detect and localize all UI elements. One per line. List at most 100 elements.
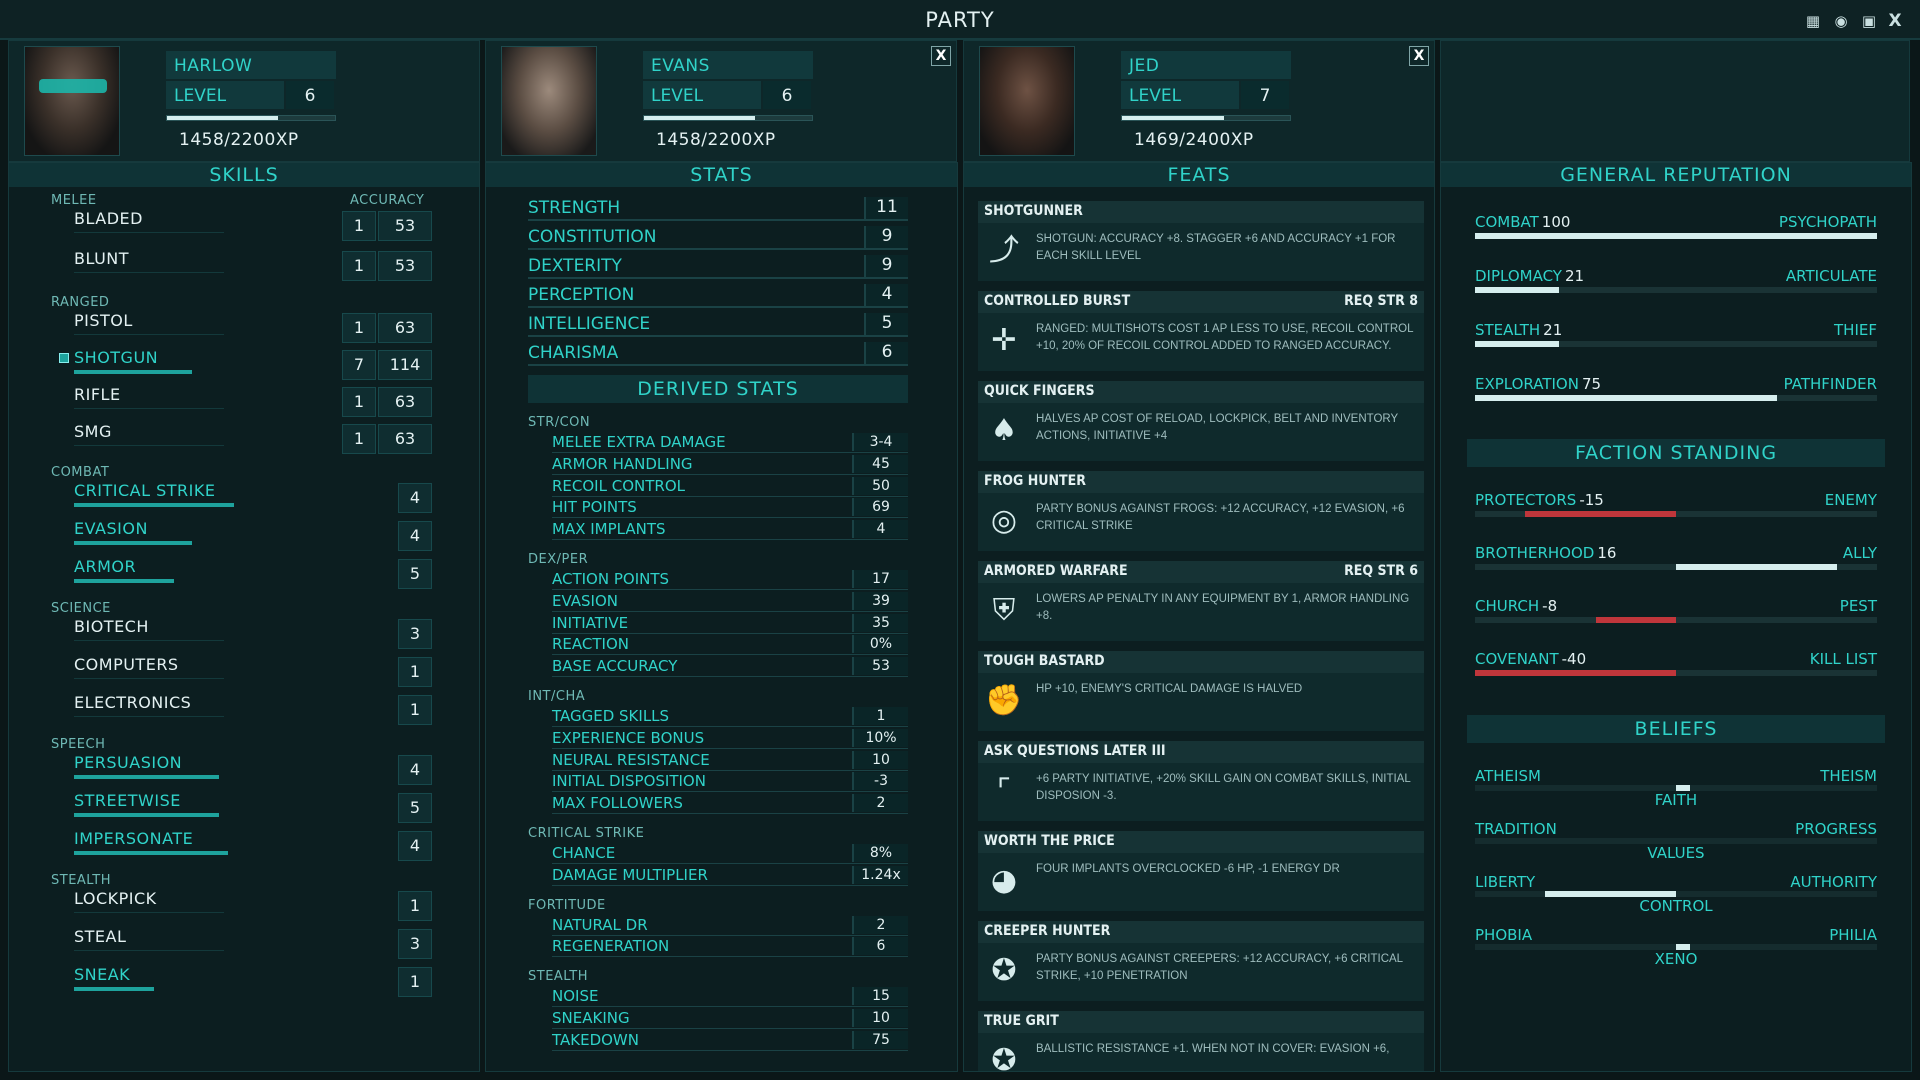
- derived-stat-label: BASE ACCURACY: [552, 657, 678, 676]
- reputation-value: 75: [1581, 375, 1602, 393]
- skill-value: 1: [342, 211, 376, 241]
- derived-stat-row: SNEAKING 10: [552, 1009, 908, 1029]
- party-member-card[interactable]: JED LEVEL 7 1469/2400XP X: [963, 40, 1435, 162]
- skill-row[interactable]: PERSUASION 4: [9, 751, 479, 789]
- reputation-value: 21: [1543, 321, 1563, 339]
- party-member-card[interactable]: EVANS LEVEL 6 1458/2200XP X: [485, 40, 957, 162]
- creeper-target-icon: ✪: [991, 953, 1017, 988]
- feat-card[interactable]: ARMORED WARFARE REQ STR 6 ⛨ LOWERS AP PENAL…: [978, 561, 1424, 641]
- feat-card[interactable]: FROG HUNTER ◎ PARTY BONUS AGAINST FROGS: +…: [978, 471, 1424, 551]
- reputation-bar-fill: [1475, 233, 1877, 239]
- skill-row[interactable]: EVASION 4: [9, 517, 479, 555]
- skill-value: 4: [398, 483, 432, 513]
- skill-label: LOCKPICK: [74, 889, 157, 908]
- feat-name: ASK QUESTIONS LATER III: [984, 743, 1166, 759]
- feats-panel: FEATS SHOTGUNNER ⤴ SHOTGUN: ACCURACY +8. S…: [963, 162, 1435, 1072]
- stat-label: STRENGTH: [528, 198, 621, 218]
- derived-stat-label: NEURAL RESISTANCE: [552, 750, 710, 769]
- reputation-bar: [1475, 287, 1877, 293]
- skill-group-label: STEALTH: [51, 873, 111, 888]
- shotgun-icon: ⤴: [989, 233, 1019, 268]
- skill-row[interactable]: RIFLE 1 63: [9, 383, 479, 421]
- skill-row[interactable]: BIOTECH 3: [9, 615, 479, 653]
- derived-stat-label: REACTION: [552, 635, 629, 654]
- skill-label: EVASION: [74, 519, 148, 538]
- feat-name: WORTH THE PRICE: [984, 833, 1115, 849]
- feat-name: FROG HUNTER: [984, 473, 1086, 489]
- skill-row[interactable]: CRITICAL STRIKE 4: [9, 479, 479, 517]
- skill-underline: [74, 912, 224, 913]
- skill-underline: [74, 334, 224, 335]
- derived-stat-value: 6: [852, 937, 908, 956]
- feat-description: LOWERS AP PENALTY IN ANY EQUIPMENT BY 1,…: [1036, 593, 1410, 622]
- calendar-icon[interactable]: ▦: [1802, 10, 1824, 32]
- derived-stat-value: 1.24x: [852, 865, 908, 884]
- derived-stat-value: 10%: [852, 728, 908, 747]
- skill-row[interactable]: SMG 1 63: [9, 420, 479, 458]
- character-portrait[interactable]: [24, 46, 120, 156]
- derived-stat-row: CHANCE 8%: [552, 844, 908, 864]
- character-name: JED: [1121, 51, 1291, 79]
- skill-row[interactable]: STEAL 3: [9, 925, 479, 963]
- feat-card[interactable]: TOUGH BASTARD ✊ HP +10, ENEMY'S CRITICAL D…: [978, 651, 1424, 731]
- feat-card[interactable]: CONTROLLED BURST REQ STR 8 ✛ RANGED: MULTIS…: [978, 291, 1424, 371]
- stat-value: 4: [864, 284, 908, 306]
- skill-row[interactable]: BLADED 1 53: [9, 207, 479, 245]
- feats-header: FEATS: [964, 163, 1434, 187]
- skill-row[interactable]: SHOTGUN 7 114: [9, 346, 479, 384]
- cards-icon: ♠: [990, 413, 1018, 448]
- feat-header: SHOTGUNNER: [978, 201, 1424, 223]
- feat-name: ARMORED WARFARE: [984, 563, 1128, 579]
- feat-name: QUICK FINGERS: [984, 383, 1095, 399]
- feat-description: RANGED: MULTISHOTS COST 1 AP LESS TO USE…: [1036, 323, 1414, 352]
- skill-group-label: MELEE: [51, 193, 97, 208]
- feat-card[interactable]: TRUE GRIT ✪ BALLISTIC RESISTANCE +1. WHEN …: [978, 1011, 1424, 1071]
- feat-header: CONTROLLED BURST REQ STR 8: [978, 291, 1424, 313]
- skill-row[interactable]: PISTOL 1 63: [9, 309, 479, 347]
- feat-card[interactable]: CREEPER HUNTER ✪ PARTY BONUS AGAINST CREEP…: [978, 921, 1424, 1001]
- derived-stat-label: TAGGED SKILLS: [552, 707, 670, 725]
- character-name: HARLOW: [166, 51, 336, 79]
- feat-card[interactable]: QUICK FINGERS ♠ HALVES AP COST OF RELOAD, …: [978, 381, 1424, 461]
- skill-row[interactable]: COMPUTERS 1: [9, 653, 479, 691]
- skill-progress-bar: [74, 370, 192, 374]
- derived-stat-value: 3-4: [852, 433, 908, 451]
- derived-stat-row: NOISE 15: [552, 987, 908, 1008]
- skill-row[interactable]: BLUNT 1 53: [9, 247, 479, 285]
- stat-row: PERCEPTION 4: [528, 284, 908, 308]
- character-portrait[interactable]: [979, 46, 1075, 156]
- reputation-value: 100: [1541, 213, 1571, 231]
- skill-group-label: SPEECH: [51, 737, 106, 752]
- monitor-icon[interactable]: ▣: [1858, 10, 1880, 32]
- feat-card[interactable]: ASK QUESTIONS LATER III ⌜ +6 PARTY INITIAT…: [978, 741, 1424, 821]
- belief-left-label: PHOBIA: [1475, 926, 1533, 944]
- tagged-skill-icon: [59, 353, 69, 363]
- faction-bar: [1475, 511, 1877, 517]
- skill-label: SNEAK: [74, 965, 131, 984]
- empty-party-slot: [1440, 40, 1910, 162]
- derived-stat-label: CHANCE: [552, 844, 616, 862]
- character-portrait[interactable]: [501, 46, 597, 156]
- skill-row[interactable]: STREETWISE 5: [9, 789, 479, 827]
- skill-row[interactable]: ELECTRONICS 1: [9, 691, 479, 729]
- brain-icon[interactable]: ◉: [1830, 10, 1852, 32]
- feat-card[interactable]: WORTH THE PRICE ◕ FOUR IMPLANTS OVERCLOCKE…: [978, 831, 1424, 911]
- xp-text: 1458/2200XP: [656, 130, 776, 150]
- feat-card[interactable]: SHOTGUNNER ⤴ SHOTGUN: ACCURACY +8. STAGGER…: [978, 201, 1424, 281]
- skill-row[interactable]: ARMOR 5: [9, 555, 479, 593]
- feat-description: BALLISTIC RESISTANCE +1. WHEN NOT IN COV…: [1036, 1043, 1390, 1055]
- party-member-card[interactable]: HARLOW LEVEL 6 1458/2200XP: [8, 40, 480, 162]
- derived-stat-value: 0%: [852, 635, 908, 654]
- derived-group-label: FORTITUDE: [528, 897, 606, 913]
- skill-row[interactable]: LOCKPICK 1: [9, 887, 479, 925]
- close-button[interactable]: X: [931, 46, 951, 66]
- close-button[interactable]: X: [1409, 46, 1429, 66]
- reputation-bar: [1475, 341, 1877, 347]
- faction-label: COVENANT -40: [1475, 650, 1586, 668]
- derived-stat-row: NEURAL RESISTANCE 10: [552, 750, 908, 771]
- skill-row[interactable]: SNEAK 1: [9, 963, 479, 1001]
- skill-row[interactable]: IMPERSONATE 4: [9, 827, 479, 865]
- level-value: 6: [763, 81, 811, 109]
- feat-description: HALVES AP COST OF RELOAD, LOCKPICK, BELT…: [1036, 413, 1398, 442]
- close-icon[interactable]: X: [1884, 10, 1906, 32]
